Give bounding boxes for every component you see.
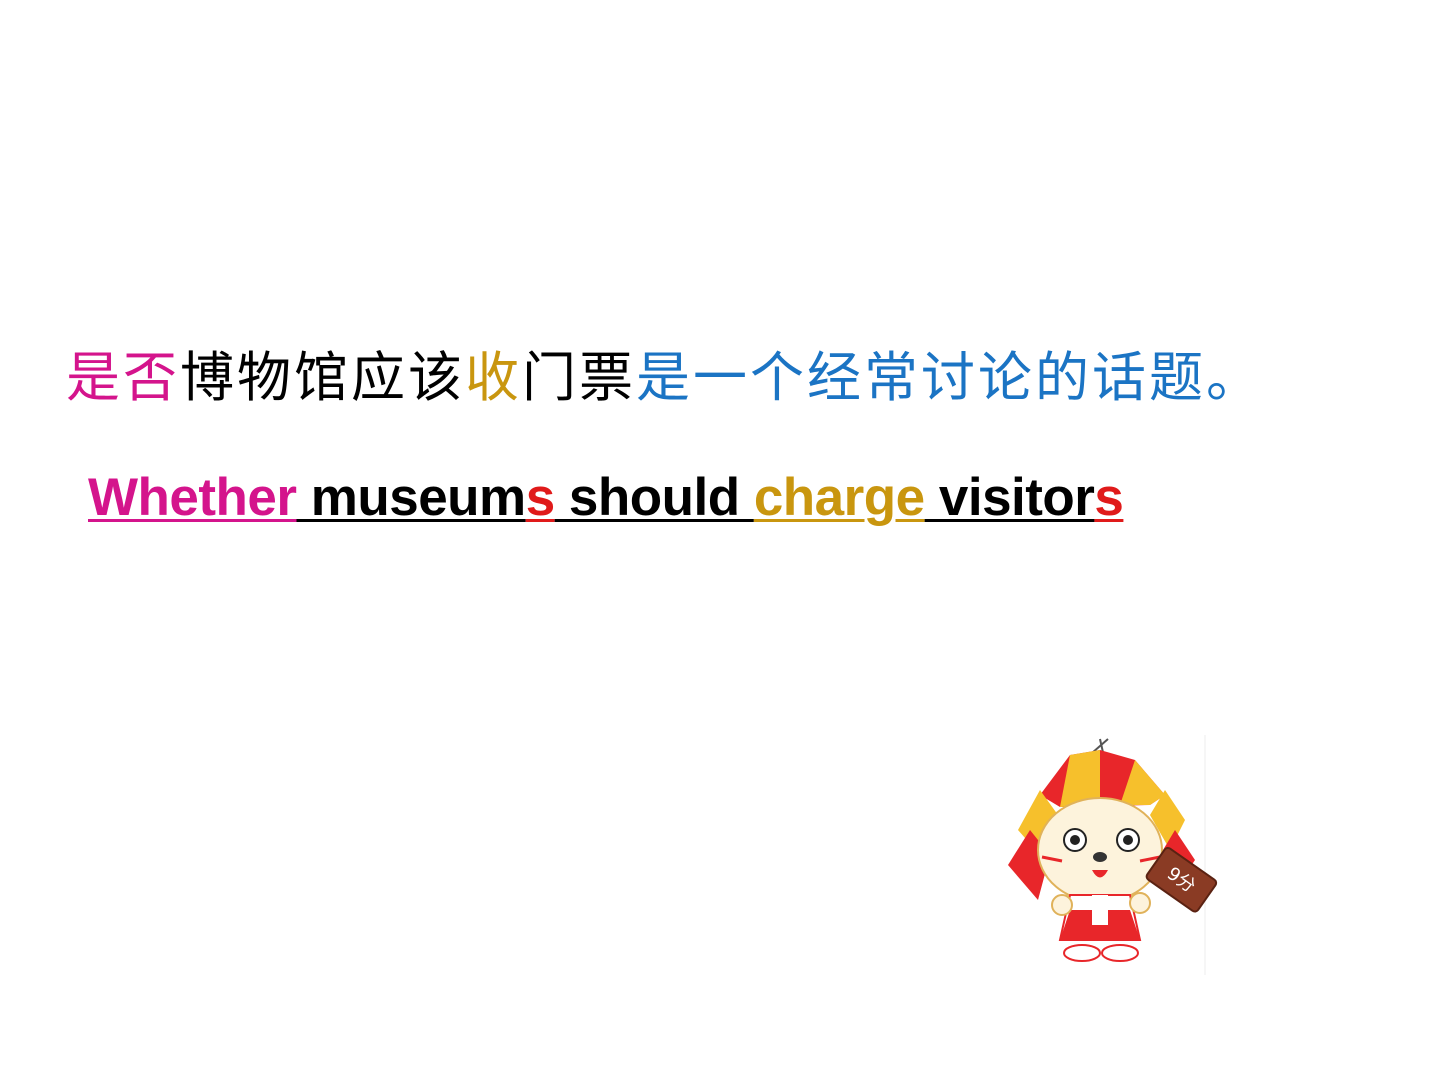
en-word-charge: charge	[753, 468, 925, 527]
chinese-sentence: 是否博物馆应该收门票是一个经常讨论的话题。	[66, 338, 1406, 418]
english-phrase: Whether museums should charge visitors	[88, 462, 1124, 542]
cn-segment-discussed-topic: 是一个经常讨论的话题。	[636, 346, 1263, 409]
en-word-museum: museum	[296, 468, 526, 527]
en-plural-s-museums: s	[525, 468, 555, 527]
cn-segment-tickets: 门票	[522, 346, 636, 409]
cn-segment-whether: 是否	[66, 346, 180, 409]
en-word-should: should	[554, 468, 754, 527]
cn-segment-charge: 收	[465, 346, 522, 409]
en-word-visitor: visitor	[924, 468, 1095, 527]
cn-segment-museums-should: 博物馆应该	[180, 346, 465, 409]
en-word-whether: Whether	[88, 468, 297, 527]
en-plural-s-visitors: s	[1094, 468, 1124, 527]
cartoon-dog-mascot-icon: 9分	[1000, 735, 1230, 975]
